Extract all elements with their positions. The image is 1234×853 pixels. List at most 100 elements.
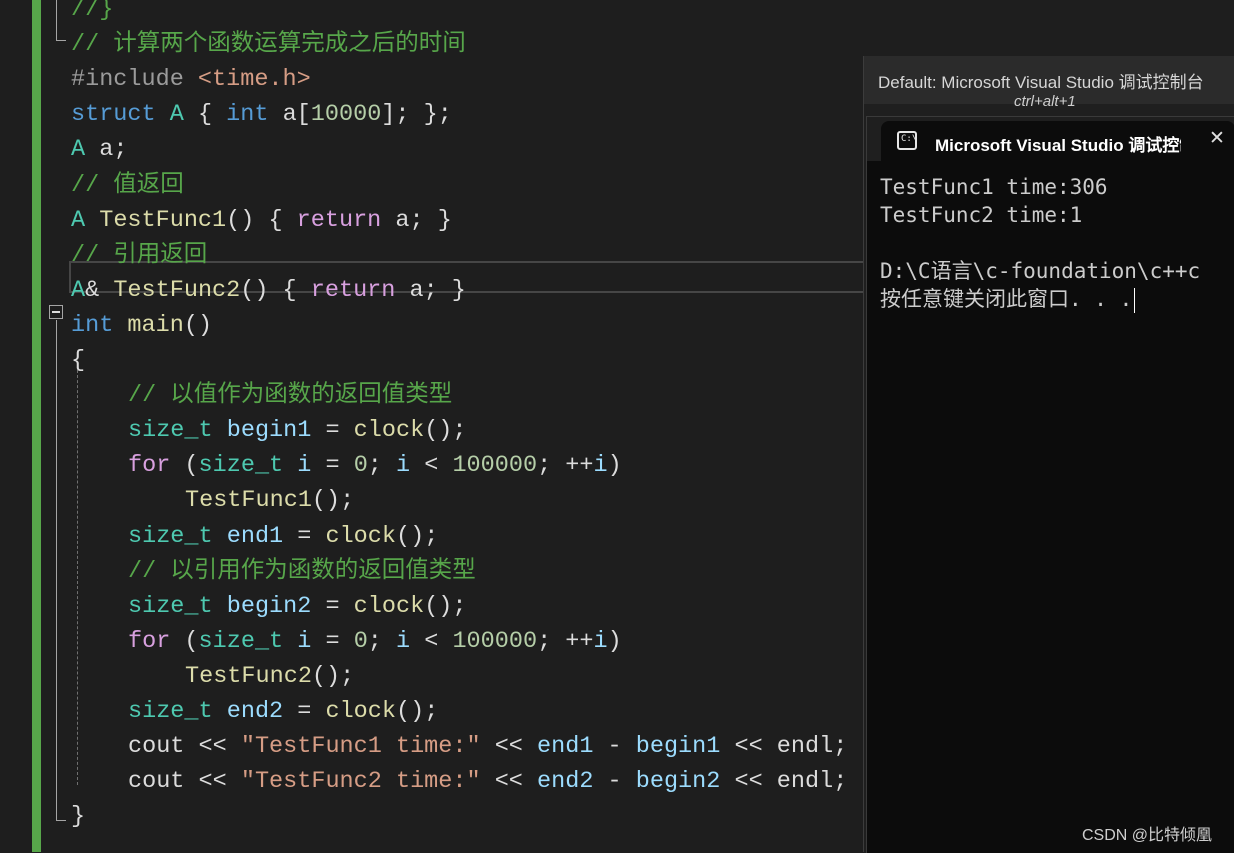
close-icon[interactable]: ✕ xyxy=(1209,127,1225,149)
code-token: size_t xyxy=(128,522,213,550)
code-token: end2 xyxy=(226,698,284,725)
code-token: // 值返回 xyxy=(71,171,184,199)
code-token: endl xyxy=(776,733,834,761)
code-token: ; ++ xyxy=(537,627,594,655)
code-token: = xyxy=(311,417,354,445)
code-token: { xyxy=(183,101,227,129)
code-line[interactable]: cout << "TestFunc2 time:" << end2 - begi… xyxy=(128,764,847,799)
code-token: 0 xyxy=(353,452,368,480)
code-token: A xyxy=(71,276,86,304)
code-token: < xyxy=(410,627,453,655)
code-token: << xyxy=(480,733,538,761)
console-tab[interactable]: C:\ Microsoft Visual Studio 调试控制台 ✕ xyxy=(881,121,1234,161)
code-line[interactable]: TestFunc2(); xyxy=(185,659,354,694)
code-token: // 以值作为函数的返回值类型 xyxy=(128,382,453,410)
code-token: (); xyxy=(424,417,467,445)
code-token: size_t xyxy=(128,592,213,620)
code-token: size_t xyxy=(198,627,284,655)
collapse-main-toggle[interactable] xyxy=(49,305,63,319)
code-token: } xyxy=(71,803,86,831)
code-line[interactable]: //} xyxy=(71,0,113,27)
code-line[interactable]: #include <time.h> xyxy=(71,62,311,97)
code-token: clock xyxy=(325,698,396,725)
fold-guide-line xyxy=(56,0,57,40)
code-token: ; xyxy=(833,733,848,761)
code-line[interactable]: size_t end2 = clock(); xyxy=(128,694,438,729)
code-token: i xyxy=(396,452,411,480)
terminal-icon: C:\ xyxy=(897,131,917,150)
code-token: endl xyxy=(776,768,834,796)
code-token: a; xyxy=(85,136,128,164)
code-token: begin2 xyxy=(226,592,312,620)
console-output-line: TestFunc2 time:1 xyxy=(880,203,1083,227)
code-line[interactable]: { xyxy=(71,343,85,378)
code-token: (); xyxy=(395,522,439,550)
code-line[interactable]: // 以值作为函数的返回值类型 xyxy=(128,378,452,413)
debug-console-window[interactable]: C:\ Microsoft Visual Studio 调试控制台 ✕ Test… xyxy=(866,116,1234,853)
code-line[interactable]: size_t begin1 = clock(); xyxy=(128,413,467,448)
text-cursor xyxy=(1134,287,1136,313)
code-token: struct xyxy=(71,101,156,129)
fold-guide-line-main xyxy=(56,320,57,820)
code-token: "TestFunc1 time:" xyxy=(240,733,481,761)
code-line[interactable]: // 值返回 xyxy=(71,168,184,203)
tool-window-title: Default: Microsoft Visual Studio 调试控制台 xyxy=(878,73,1204,92)
code-line[interactable]: // 以引用作为函数的返回值类型 xyxy=(128,554,476,589)
code-token: << xyxy=(720,768,777,796)
code-line[interactable]: TestFunc1(); xyxy=(185,483,354,518)
code-token: TestFunc1 xyxy=(99,206,227,234)
code-token: a; } xyxy=(381,206,452,234)
code-token: ]; }; xyxy=(381,101,452,129)
code-token: = xyxy=(283,522,326,550)
console-output-line: D:\C语言\c-foundation\c++c xyxy=(880,259,1201,283)
code-line[interactable]: for (size_t i = 0; i < 100000; ++i) xyxy=(128,448,622,483)
console-output-line: TestFunc1 time:306 xyxy=(880,175,1108,199)
code-line[interactable]: int main() xyxy=(71,308,212,343)
code-token: 0 xyxy=(353,627,368,655)
fold-guide-end-main xyxy=(56,820,66,821)
code-token: (); xyxy=(311,487,355,515)
code-line[interactable]: // 引用返回 xyxy=(71,238,207,273)
code-token: // 计算两个函数运算完成之后的时间 xyxy=(71,31,466,59)
code-token: ( xyxy=(170,452,199,480)
code-token: () { xyxy=(240,276,311,304)
editor-gutter xyxy=(0,0,32,852)
code-token: 10000 xyxy=(310,101,382,129)
code-editor[interactable]: //}// 计算两个函数运算完成之后的时间 #include <time.h> st… xyxy=(41,0,871,852)
code-line[interactable]: for (size_t i = 0; i < 100000; ++i) xyxy=(128,624,622,659)
tool-window-header[interactable]: Default: Microsoft Visual Studio 调试控制台 c… xyxy=(864,56,1234,110)
code-line[interactable]: } xyxy=(71,799,85,834)
code-token: - xyxy=(593,733,636,761)
code-token: << xyxy=(184,768,241,796)
code-token: () xyxy=(183,311,213,339)
code-token: { xyxy=(71,347,86,374)
code-line[interactable]: // 计算两个函数运算完成之后的时间 xyxy=(71,27,466,62)
code-token: "TestFunc2 time:" xyxy=(240,768,481,796)
code-token: cout xyxy=(128,733,185,761)
code-token: size_t xyxy=(198,452,284,480)
code-line[interactable]: A a; xyxy=(71,132,127,167)
code-token: TestFunc2 xyxy=(185,662,312,690)
code-token: (); xyxy=(424,592,467,620)
code-line[interactable]: size_t end1 = clock(); xyxy=(128,519,438,554)
code-line[interactable]: struct A { int a[10000]; }; xyxy=(71,97,452,132)
code-token: clock xyxy=(353,592,425,620)
code-line[interactable]: A& TestFunc2() { return a; } xyxy=(71,273,466,308)
code-token: = xyxy=(283,698,326,725)
code-token: ( xyxy=(170,627,199,655)
code-token: << xyxy=(720,733,777,761)
watermark: CSDN @比特倾凰 xyxy=(1082,827,1213,844)
code-line[interactable]: A TestFunc1() { return a; } xyxy=(71,203,452,238)
code-token: << xyxy=(480,768,538,796)
code-line[interactable]: cout << "TestFunc1 time:" << end1 - begi… xyxy=(128,729,847,764)
code-line[interactable]: size_t begin2 = clock(); xyxy=(128,589,467,624)
indent-guide xyxy=(77,365,78,785)
change-tracking-bar xyxy=(32,0,41,852)
code-token: 100000 xyxy=(452,627,538,655)
console-prompt-text: 按任意键关闭此窗口. . . xyxy=(880,287,1133,311)
